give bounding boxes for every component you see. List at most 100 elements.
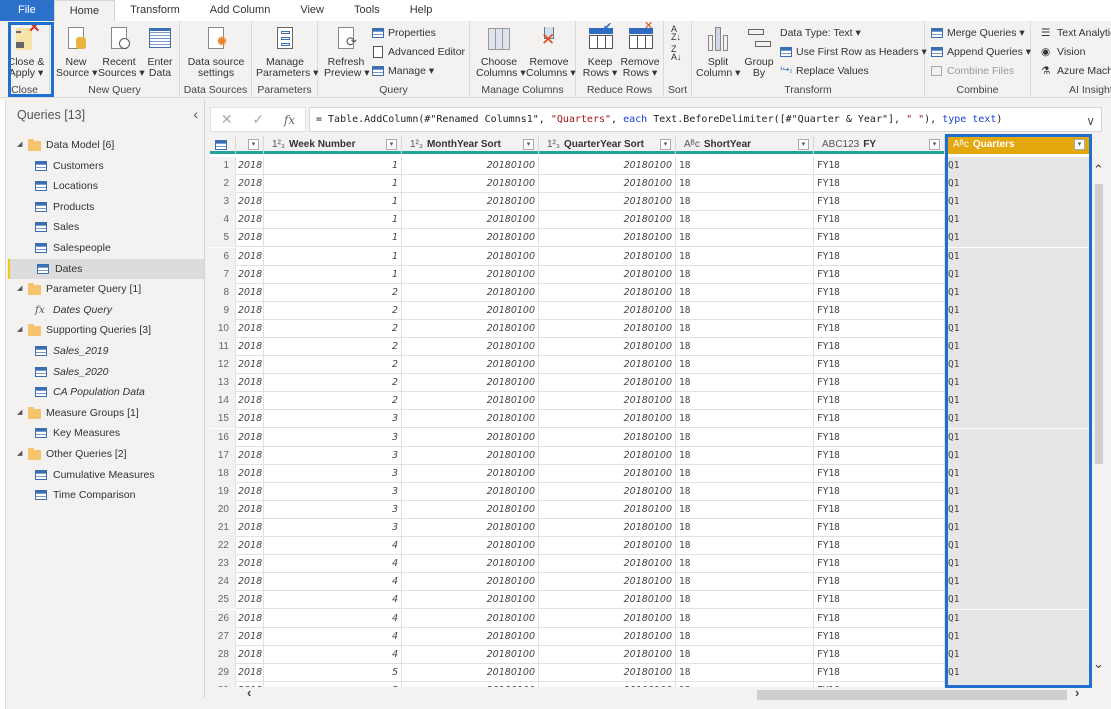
table-cell[interactable]: 3 [264, 446, 402, 465]
table-cell[interactable]: 20180100 [402, 392, 539, 411]
table-cell[interactable]: 18 [676, 356, 814, 375]
table-cell[interactable]: FY18 [814, 555, 945, 574]
table-cell[interactable]: 2 [264, 374, 402, 393]
table-cell[interactable]: 2018 [236, 283, 264, 302]
row-number[interactable]: 30 [210, 681, 236, 687]
table-cell[interactable]: FY18 [814, 301, 945, 320]
table-cell[interactable]: 5 [264, 681, 402, 687]
row-number[interactable]: 6 [210, 247, 236, 266]
table-cell[interactable]: 20180100 [402, 464, 539, 483]
table-cell[interactable]: 18 [676, 609, 814, 628]
table-cell[interactable]: Q1 [945, 265, 1090, 284]
table-cell[interactable]: FY18 [814, 265, 945, 284]
table-cell[interactable]: 18 [676, 482, 814, 501]
table-cell[interactable]: 2018 [236, 482, 264, 501]
manage-button[interactable]: Manage ▾ [372, 65, 434, 77]
table-cell[interactable]: FY18 [814, 374, 945, 393]
table-cell[interactable]: FY18 [814, 627, 945, 646]
table-cell[interactable]: 20180100 [402, 338, 539, 356]
table-cell[interactable]: 18 [676, 627, 814, 646]
table-cell[interactable]: 3 [264, 464, 402, 483]
table-cell[interactable]: FY18 [814, 211, 945, 230]
expand-formula-icon[interactable]: ∨ [1086, 110, 1095, 131]
advanced-editor-button[interactable]: Advanced Editor [372, 46, 465, 58]
query-item[interactable]: Locations [8, 176, 204, 196]
table-cell[interactable]: FY18 [814, 392, 945, 411]
data-source-settings-button[interactable]: ✹ Data source settings [186, 25, 246, 79]
table-cell[interactable]: 4 [264, 609, 402, 628]
table-cell[interactable]: 18 [676, 374, 814, 393]
table-cell[interactable]: 18 [676, 500, 814, 519]
table-cell[interactable]: Q1 [945, 301, 1090, 320]
table-cell[interactable]: 2 [264, 392, 402, 411]
filter-dropdown-icon[interactable]: ▾ [248, 139, 259, 150]
table-cell[interactable]: 2018 [236, 211, 264, 230]
table-cell[interactable]: FY18 [814, 537, 945, 556]
column-header-quarteryear-sort[interactable]: 1²₃ QuarterYear Sort ▾ [539, 136, 676, 154]
expand-triangle-icon[interactable]: ◢ [17, 279, 22, 299]
table-cell[interactable]: 18 [676, 446, 814, 465]
row-number[interactable]: 20 [210, 500, 236, 519]
table-cell[interactable]: 2018 [236, 374, 264, 393]
table-cell[interactable]: FY18 [814, 319, 945, 338]
table-cell[interactable]: 20180100 [402, 627, 539, 646]
table-cell[interactable]: 20180100 [402, 211, 539, 230]
table-cell[interactable]: Q1 [945, 663, 1090, 682]
table-cell[interactable]: 20180100 [402, 519, 539, 537]
text-analytics-button[interactable]: ☰Text Analytics [1041, 27, 1111, 39]
table-cell[interactable]: Q1 [945, 247, 1090, 266]
table-cell[interactable]: 20180100 [402, 428, 539, 447]
table-cell[interactable]: 2018 [236, 392, 264, 411]
query-item[interactable]: Sales_2019 [8, 341, 204, 361]
table-cell[interactable]: 20180100 [402, 500, 539, 519]
table-cell[interactable]: 20180100 [539, 211, 676, 230]
column-header-year[interactable]: ▾ [236, 136, 264, 154]
table-cell[interactable]: 20180100 [539, 482, 676, 501]
table-cell[interactable]: 2018 [236, 356, 264, 375]
row-number[interactable]: 14 [210, 392, 236, 411]
query-group[interactable]: ◢ Data Model [6] [8, 135, 204, 155]
table-cell[interactable]: 20180100 [539, 175, 676, 194]
table-cell[interactable]: 20180100 [539, 356, 676, 375]
table-cell[interactable]: FY18 [814, 283, 945, 302]
table-cell[interactable]: 18 [676, 555, 814, 574]
table-cell[interactable]: 2018 [236, 573, 264, 592]
table-cell[interactable]: 4 [264, 627, 402, 646]
new-source-button[interactable]: New Source ▾ [56, 25, 97, 79]
table-cell[interactable]: 1 [264, 229, 402, 248]
vision-button[interactable]: ◉ Vision [1041, 46, 1085, 58]
table-cell[interactable]: FY18 [814, 175, 945, 194]
table-cell[interactable]: 18 [676, 157, 814, 175]
table-cell[interactable]: Q1 [945, 229, 1090, 248]
table-cell[interactable]: 1 [264, 157, 402, 175]
table-cell[interactable]: 1 [264, 247, 402, 266]
azure-ml-button[interactable]: ⚗Azure Machine Learning [1041, 65, 1111, 77]
table-cell[interactable]: 18 [676, 338, 814, 356]
table-cell[interactable]: 20180100 [539, 446, 676, 465]
remove-columns-button[interactable]: ✕ Remove Columns ▾ [526, 25, 576, 79]
table-cell[interactable]: 18 [676, 573, 814, 592]
table-cell[interactable]: FY18 [814, 591, 945, 610]
table-cell[interactable]: Q1 [945, 609, 1090, 628]
table-cell[interactable]: 18 [676, 283, 814, 302]
refresh-preview-button[interactable]: ⟳ Refresh Preview ▾ [324, 25, 370, 79]
table-cell[interactable]: 20180100 [539, 663, 676, 682]
sort-descending-button[interactable]: Z A↓ [671, 45, 685, 62]
table-cell[interactable]: 2 [264, 301, 402, 320]
table-cell[interactable]: 18 [676, 645, 814, 664]
table-cell[interactable]: 2018 [236, 519, 264, 537]
table-cell[interactable]: 20180100 [402, 356, 539, 375]
table-cell[interactable]: 2018 [236, 319, 264, 338]
table-cell[interactable]: FY18 [814, 446, 945, 465]
filter-dropdown-icon[interactable]: ▾ [660, 139, 671, 150]
row-number[interactable]: 16 [210, 428, 236, 447]
column-header-fy[interactable]: ABC123 FY ▾ [814, 136, 945, 154]
table-cell[interactable]: Q1 [945, 482, 1090, 501]
table-cell[interactable]: FY18 [814, 410, 945, 429]
scroll-down-icon[interactable]: ⌄ [1093, 656, 1104, 672]
table-cell[interactable]: Q1 [945, 573, 1090, 592]
table-cell[interactable]: 20180100 [539, 247, 676, 266]
table-cell[interactable]: FY18 [814, 356, 945, 375]
table-cell[interactable]: FY18 [814, 338, 945, 356]
table-cell[interactable]: 18 [676, 663, 814, 682]
